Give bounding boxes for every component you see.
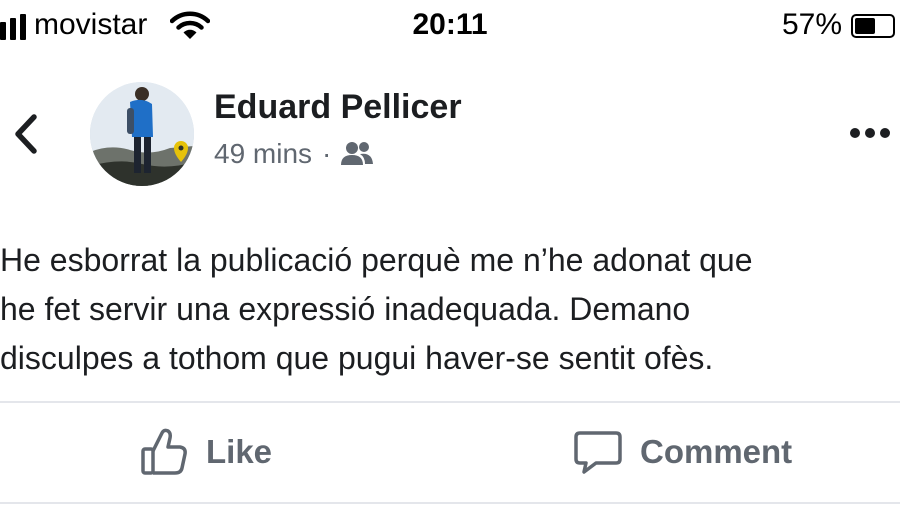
post-screen: movistar 20:11 57% Eduard Pellicer 49 mi…	[0, 0, 900, 506]
more-options-icon[interactable]	[848, 126, 892, 140]
divider	[0, 502, 900, 504]
friends-icon[interactable]	[341, 141, 374, 167]
battery-level	[855, 18, 876, 34]
battery-icon	[851, 14, 895, 38]
avatar[interactable]	[90, 82, 194, 186]
thumbs-up-icon	[141, 428, 187, 475]
comment-label: Comment	[640, 433, 793, 470]
avatar-image	[90, 82, 194, 186]
comment-button[interactable]: Comment	[574, 424, 792, 480]
back-icon[interactable]	[10, 112, 44, 156]
post-timestamp[interactable]: 49 mins	[214, 138, 312, 170]
post-text: He esborrat la publicació perquè me n’he…	[0, 242, 753, 376]
meta-separator: ·	[322, 138, 332, 169]
author-name[interactable]: Eduard Pellicer	[214, 88, 462, 127]
clock: 20:11	[412, 8, 488, 41]
divider	[0, 401, 900, 403]
battery-percentage: 57%	[781, 8, 842, 41]
post-meta: 49 mins ·	[214, 138, 374, 170]
like-label: Like	[206, 433, 273, 470]
comment-icon	[574, 431, 622, 474]
like-button[interactable]: Like	[140, 424, 272, 480]
status-bar: movistar 20:11 57%	[0, 0, 900, 56]
